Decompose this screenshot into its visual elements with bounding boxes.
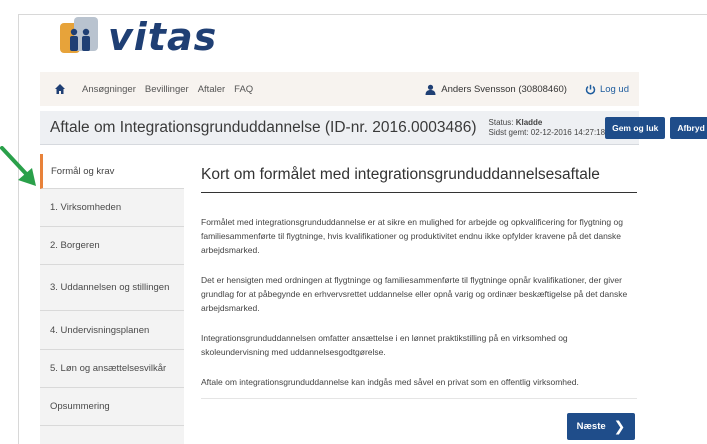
paragraph-3: Integrationsgrunduddannelsen omfatter an… bbox=[201, 333, 568, 357]
paragraph-2: Det er hensigten med ordningen at flygtn… bbox=[201, 275, 628, 313]
main-content: Kort om formålet med integrationsgrundud… bbox=[201, 154, 637, 399]
header-buttons: Gem og luk Afbryd bbox=[605, 116, 707, 139]
user-info: Anders Svensson (30808460) bbox=[425, 84, 567, 95]
sidebar-item-undervisningsplanen[interactable]: 4. Undervisningsplanen bbox=[40, 311, 184, 350]
user-name: Anders Svensson (30808460) bbox=[441, 83, 567, 95]
step-sidebar: Formål og krav 1. Virksomheden 2. Borger… bbox=[40, 154, 184, 444]
cancel-button[interactable]: Afbryd bbox=[670, 116, 707, 139]
user-icon bbox=[425, 84, 436, 95]
content-heading: Kort om formålet med integrationsgrundud… bbox=[201, 154, 637, 193]
sidebar-item-formaal[interactable]: Formål og krav bbox=[40, 154, 184, 189]
nav-bevillinger[interactable]: Bevillinger bbox=[145, 84, 189, 95]
page-title: Aftale om Integrationsgrunduddannelse (I… bbox=[50, 118, 477, 136]
home-icon[interactable] bbox=[54, 83, 66, 95]
paragraph-1: Formålet med integrationsgrunduddannelse… bbox=[201, 217, 623, 255]
page-header: Aftale om Integrationsgrunduddannelse (I… bbox=[40, 111, 707, 145]
top-navigation: Ansøgninger Bevillinger Aftaler FAQ Ande… bbox=[40, 72, 639, 106]
sidebar-item-uddannelsen[interactable]: 3. Uddannelsen og stillingen bbox=[40, 265, 184, 311]
nav-ansogninger[interactable]: Ansøgninger bbox=[82, 84, 136, 95]
logo-mark-icon bbox=[60, 17, 104, 57]
save-close-button[interactable]: Gem og luk bbox=[605, 116, 666, 139]
sidebar-item-borgeren[interactable]: 2. Borgeren bbox=[40, 227, 184, 265]
sidebar-item-opsummering[interactable]: Opsummering bbox=[40, 388, 184, 426]
sidebar-item-virksomheden[interactable]: 1. Virksomheden bbox=[40, 189, 184, 227]
logo-text: vitas bbox=[108, 15, 218, 59]
paragraph-4: Aftale om integrationsgrunduddannelse ka… bbox=[201, 377, 579, 387]
saved-label: Sidst gemt: bbox=[488, 127, 529, 137]
next-button[interactable]: Næste ❯ bbox=[567, 413, 635, 440]
sidebar-item-extra bbox=[40, 426, 184, 444]
vitas-logo[interactable]: vitas bbox=[60, 14, 217, 60]
content-divider bbox=[201, 398, 637, 399]
sidebar-item-loen[interactable]: 5. Løn og ansættelsesvilkår bbox=[40, 350, 184, 388]
nav-aftaler[interactable]: Aftaler bbox=[198, 84, 225, 95]
nav-faq[interactable]: FAQ bbox=[234, 84, 253, 95]
power-icon bbox=[585, 84, 596, 94]
next-label: Næste bbox=[576, 421, 606, 432]
logout-label: Log ud bbox=[599, 83, 629, 95]
status-block: Status: Kladde Sidst gemt: 02-12-2016 14… bbox=[489, 118, 606, 136]
logout-link[interactable]: Log ud bbox=[585, 84, 629, 95]
chevron-right-icon: ❯ bbox=[613, 418, 626, 434]
status-value: Kladde bbox=[515, 118, 543, 128]
saved-value: 02-12-2016 14:27:18 bbox=[530, 127, 606, 137]
status-label: Status: bbox=[488, 118, 514, 128]
arrow-icon bbox=[0, 146, 36, 186]
